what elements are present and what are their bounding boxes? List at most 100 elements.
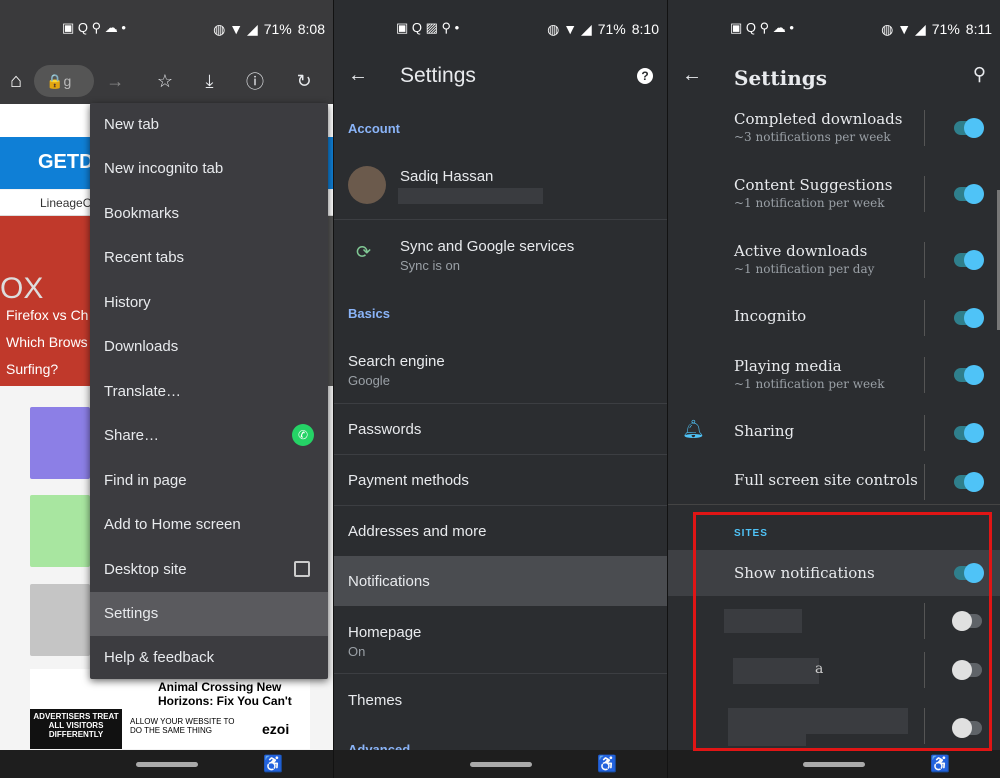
menu-item-share[interactable]: Share… ✆ (90, 414, 328, 458)
page-title: Settings (400, 64, 476, 87)
forward-icon[interactable]: → (106, 71, 124, 92)
back-arrow-icon[interactable]: ← (348, 64, 368, 87)
help-icon[interactable]: ? (637, 68, 653, 84)
accessibility-icon[interactable]: ♿ (597, 754, 617, 774)
hero-line-3: Surfing? (6, 361, 59, 377)
channel-toggle[interactable] (954, 472, 984, 492)
themes-row[interactable]: Themes (334, 674, 667, 728)
hero-title: Firefox vs Ch Which Brows Surfing? (6, 302, 88, 383)
home-icon[interactable]: ⌂ (10, 70, 22, 93)
payment-methods-row[interactable]: Payment methods (334, 455, 667, 506)
addresses-row[interactable]: Addresses and more (334, 506, 667, 556)
channel-toggle[interactable] (954, 365, 984, 385)
system-nav-bar: ♿ (334, 750, 667, 778)
channel-desc: ~1 notification per week (734, 377, 885, 391)
refresh-icon[interactable]: ↻ (297, 71, 312, 92)
ad-title: Animal Crossing New Horizons: Fix You Ca… (158, 680, 292, 708)
channel-row-active-downloads[interactable]: Active downloads ~1 notification per day (668, 240, 1000, 278)
home-gesture-pill[interactable] (803, 761, 865, 767)
channel-row-sharing[interactable]: 🔔︎ Sharing (668, 413, 1000, 451)
menu-item-history[interactable]: History (90, 281, 328, 325)
addresses-label: Addresses and more (348, 523, 487, 540)
bookmark-star-icon[interactable]: ☆ (157, 71, 173, 92)
ad-left-text: ADVERTISERS TREAT ALL VISITORS DIFFERENT… (30, 709, 122, 749)
menu-item-label: Bookmarks (104, 205, 180, 222)
homepage-title: Homepage (348, 624, 422, 641)
channel-toggle[interactable] (954, 184, 984, 204)
menu-item-help-feedback[interactable]: Help & feedback (90, 636, 328, 680)
menu-item-label: Recent tabs (104, 249, 185, 266)
desktop-site-checkbox[interactable] (294, 561, 310, 577)
account-row[interactable]: Sadiq Hassan (334, 150, 667, 220)
search-engine-row[interactable]: Search engine Google (334, 336, 667, 404)
sync-row[interactable]: ⟳ Sync and Google services Sync is on (334, 220, 667, 290)
toggle-knob (964, 184, 984, 204)
thumbnail[interactable] (30, 584, 90, 656)
channel-toggle[interactable] (954, 308, 984, 328)
section-divider (668, 504, 1000, 505)
hero-ox-text: OX (0, 272, 44, 305)
battery-level: 71% (597, 21, 626, 37)
menu-item-bookmarks[interactable]: Bookmarks (90, 192, 328, 236)
divider (924, 110, 925, 146)
menu-item-find-in-page[interactable]: Find in page (90, 459, 328, 503)
settings-screen: ▣ Q ▨ ⚲ • ◍ ▼ ◢ 71% 8:10 ← Settings ? Ac… (334, 0, 667, 778)
channel-toggle[interactable] (954, 423, 984, 443)
site-tab-text: LineageO (40, 196, 93, 210)
channel-row-playing-media[interactable]: Playing media ~1 notification per week (668, 355, 1000, 393)
menu-item-translate[interactable]: Translate… (90, 370, 328, 414)
channel-row-content-suggestions[interactable]: Content Suggestions ~1 notification per … (668, 174, 1000, 212)
menu-item-recent-tabs[interactable]: Recent tabs (90, 236, 328, 280)
whatsapp-icon[interactable]: ✆ (292, 424, 314, 446)
home-gesture-pill[interactable] (135, 761, 198, 767)
menu-item-downloads[interactable]: Downloads (90, 325, 328, 369)
channel-row-full-screen-site-controls[interactable]: Full screen site controls (668, 462, 1000, 500)
menu-item-desktop-site[interactable]: Desktop site (90, 548, 328, 592)
search-icon[interactable]: ⚲ (973, 64, 986, 85)
menu-item-new-incognito-tab[interactable]: New incognito tab (90, 147, 328, 191)
channel-row-completed-downloads[interactable]: Completed downloads ~3 notifications per… (668, 108, 1000, 146)
passwords-row[interactable]: Passwords (334, 404, 667, 455)
search-engine-value: Google (348, 373, 390, 388)
accessibility-icon[interactable]: ♿ (930, 754, 950, 774)
themes-label: Themes (348, 692, 403, 709)
menu-action-row: → ☆ ⤓ ⓘ ↻ (90, 58, 328, 104)
sync-subtitle: Sync is on (400, 258, 460, 273)
system-nav-bar: ♿ (668, 750, 1000, 778)
menu-item-label: Share… (104, 427, 160, 444)
status-bar: ▣ Q ⚲ ☁ • ◍ ▼ ◢ 71% 8:08 (0, 0, 333, 58)
bell-icon: 🔔︎ (682, 419, 705, 439)
notifications-label: Notifications (348, 573, 430, 590)
back-arrow-icon[interactable]: ← (682, 64, 702, 87)
home-gesture-pill[interactable] (469, 761, 532, 767)
redacted-email (398, 188, 543, 204)
thumbnail[interactable] (30, 495, 90, 567)
url-bar[interactable]: 🔒 g (34, 65, 95, 97)
channel-row-incognito[interactable]: Incognito (668, 298, 1000, 336)
menu-item-label: Translate… (104, 383, 181, 400)
menu-item-label: Downloads (104, 338, 179, 355)
notification-icons: ▣ Q ▨ ⚲ • (396, 20, 460, 35)
channel-name: Playing media (734, 357, 842, 375)
accessibility-icon[interactable]: ♿ (263, 754, 283, 774)
download-icon[interactable]: ⤓ (206, 71, 214, 92)
homepage-row[interactable]: Homepage On (334, 606, 667, 674)
status-bar: ▣ Q ▨ ⚲ • ◍ ▼ ◢ 71% 8:10 (334, 0, 667, 58)
highlight-box (693, 512, 992, 751)
toggle-knob (964, 472, 984, 492)
channel-name: Incognito (734, 307, 807, 325)
ad-mid-text: ALLOW YOUR WEBSITE TO DO THE SAME THING (130, 717, 235, 735)
hero-line-1: Firefox vs Ch (6, 307, 89, 323)
menu-item-add-to-home-screen[interactable]: Add to Home screen (90, 503, 328, 547)
info-icon[interactable]: ⓘ (246, 68, 264, 94)
menu-item-new-tab[interactable]: New tab (90, 103, 328, 147)
signal-icons: ◍ ▼ ◢ (213, 20, 258, 37)
advertisement[interactable]: Animal Crossing New Horizons: Fix You Ca… (30, 669, 310, 749)
channel-toggle[interactable] (954, 250, 984, 270)
notifications-row[interactable]: Notifications (334, 556, 667, 606)
channel-toggle[interactable] (954, 118, 984, 138)
thumbnail[interactable] (30, 407, 90, 479)
menu-item-label: New tab (104, 116, 160, 133)
menu-item-settings[interactable]: Settings (90, 592, 328, 636)
divider (924, 176, 925, 212)
